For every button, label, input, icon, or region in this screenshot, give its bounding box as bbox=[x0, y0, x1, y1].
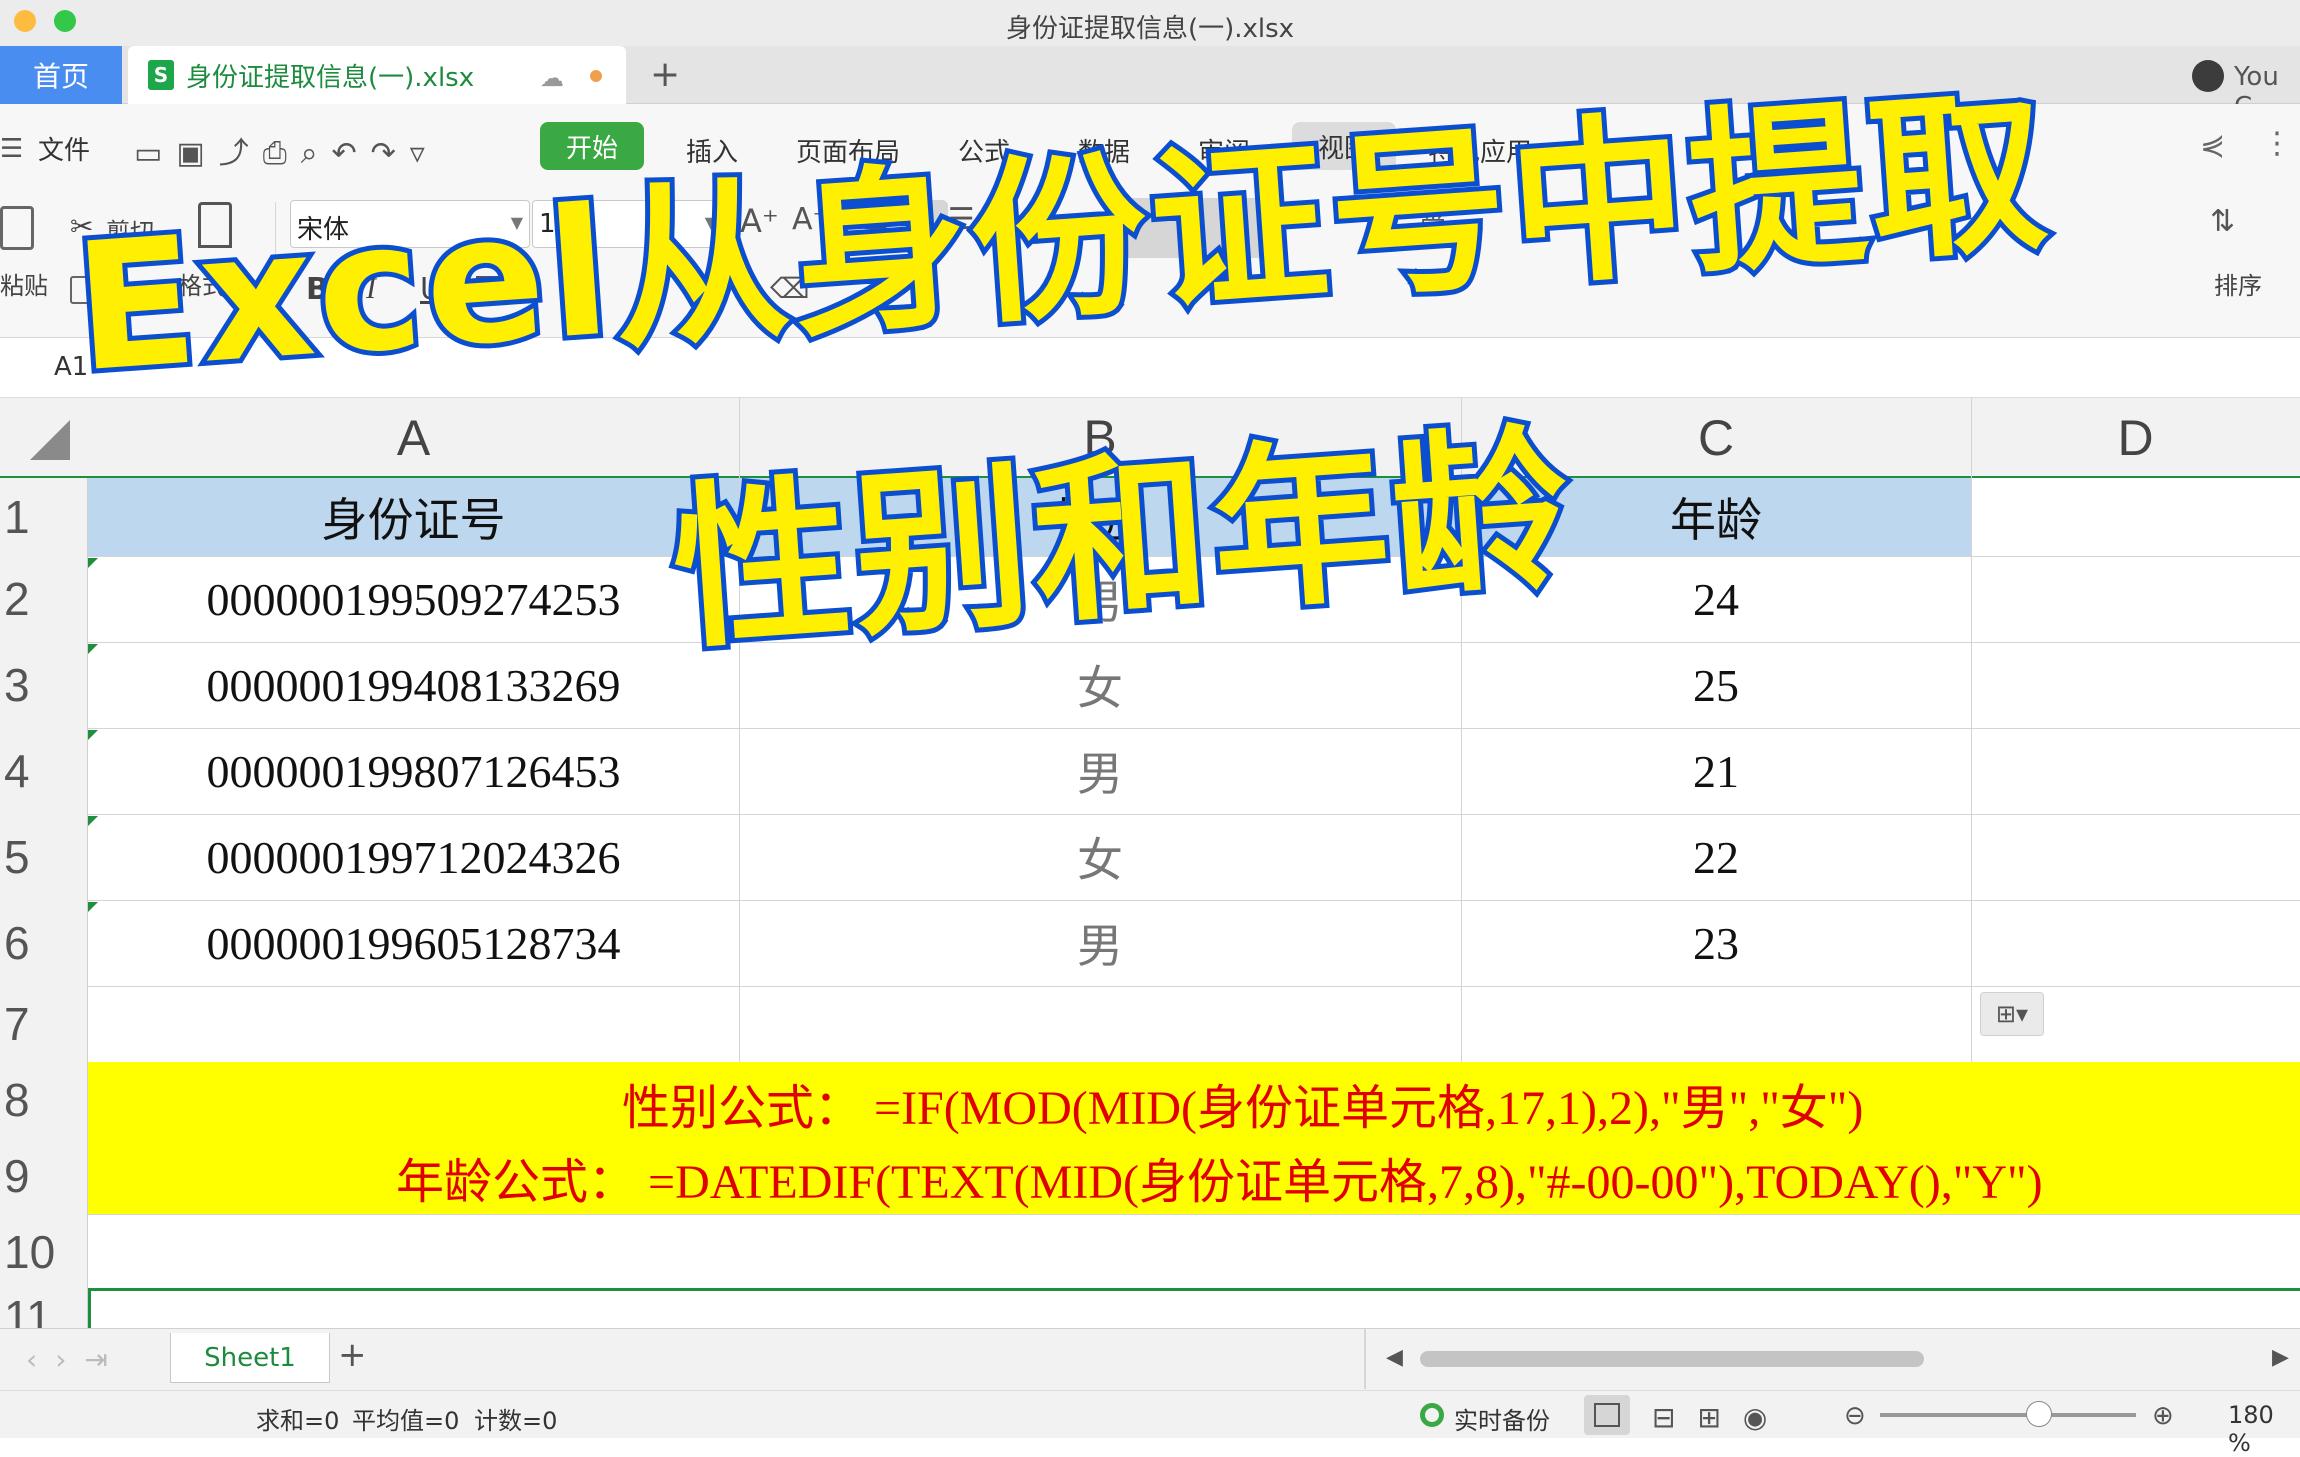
cell-c4[interactable]: 21 bbox=[1461, 728, 1971, 814]
row-headers: 1 2 3 4 5 6 7 8 9 10 11 bbox=[0, 478, 88, 1328]
row-header-7[interactable]: 7 bbox=[0, 986, 88, 1062]
tab-home[interactable]: 首页 bbox=[0, 46, 122, 104]
cell-a4[interactable]: 000000199807126453 bbox=[88, 728, 739, 814]
backup-status-icon[interactable] bbox=[1420, 1403, 1444, 1427]
status-sum: 求和=0 bbox=[256, 1407, 340, 1435]
cell-a1[interactable]: 身份证号 bbox=[88, 478, 739, 556]
cell-a2[interactable]: 000000199509274253 bbox=[88, 556, 739, 642]
cell-c5[interactable]: 22 bbox=[1461, 814, 1971, 900]
column-header-d[interactable]: D bbox=[1971, 398, 2300, 478]
cell-a5[interactable]: 000000199712024326 bbox=[88, 814, 739, 900]
unsaved-dot-icon bbox=[590, 70, 602, 82]
grid-view-icon bbox=[1594, 1403, 1620, 1427]
spreadsheet-icon: S bbox=[148, 60, 174, 90]
tab-file[interactable]: S 身份证提取信息(一).xlsx ☁ bbox=[128, 46, 626, 104]
row-header-11[interactable]: 11 bbox=[0, 1290, 88, 1328]
row-header-10[interactable]: 10 bbox=[0, 1214, 88, 1290]
cell-c3[interactable]: 25 bbox=[1461, 642, 1971, 728]
row-header-9[interactable]: 9 bbox=[0, 1138, 88, 1214]
new-tab-button[interactable]: + bbox=[650, 54, 680, 95]
row-header-1[interactable]: 1 bbox=[0, 478, 88, 556]
gender-formula-text: 性别公式： =IF(MOD(MID(身份证单元格,17,1),2),"男","女… bbox=[622, 1082, 1864, 1135]
sheet-nav-icons[interactable]: ‹›⇥ bbox=[26, 1343, 126, 1376]
status-bar: 求和=0 平均值=0 计数=0 实时备份 ⊟⊞◉ ⊖ ⊕ 180 % bbox=[0, 1390, 2300, 1457]
zoom-slider-thumb[interactable] bbox=[2026, 1401, 2052, 1427]
hamburger-icon[interactable]: ☰ bbox=[0, 134, 23, 164]
cell-a3[interactable]: 000000199408133269 bbox=[88, 642, 739, 728]
paste-icon[interactable] bbox=[0, 206, 34, 250]
backup-label[interactable]: 实时备份 bbox=[1454, 1401, 1550, 1436]
cell-error-indicator bbox=[88, 902, 98, 912]
cell-b4[interactable]: 男 bbox=[739, 728, 1461, 814]
share-icon[interactable]: ⋞ bbox=[2200, 128, 2225, 163]
status-count: 计数=0 bbox=[474, 1407, 558, 1435]
sheet-tab-sheet1[interactable]: Sheet1 bbox=[170, 1333, 330, 1383]
zoom-in-icon[interactable]: ⊕ bbox=[2152, 1401, 2174, 1431]
zoom-slider[interactable] bbox=[1880, 1413, 2136, 1417]
cell-error-indicator bbox=[88, 644, 98, 654]
scroll-right-icon[interactable]: ▶ bbox=[2272, 1345, 2289, 1370]
view-mode-icons[interactable]: ⊟⊞◉ bbox=[1652, 1401, 1789, 1434]
cell-b5[interactable]: 女 bbox=[739, 814, 1461, 900]
cell-error-indicator bbox=[88, 816, 98, 826]
cell-c6[interactable]: 23 bbox=[1461, 900, 1971, 986]
row-header-6[interactable]: 6 bbox=[0, 900, 88, 986]
cell-error-indicator bbox=[88, 558, 98, 568]
tab-file-label: 身份证提取信息(一).xlsx bbox=[186, 62, 475, 93]
cell-error-indicator bbox=[88, 730, 98, 740]
sort-icon[interactable]: ⇅ bbox=[2210, 204, 2235, 239]
paste-label[interactable]: 粘贴 bbox=[0, 266, 48, 301]
zoom-level[interactable]: 180 % bbox=[2228, 1401, 2300, 1457]
status-average: 平均值=0 bbox=[352, 1407, 460, 1435]
avatar[interactable] bbox=[2192, 60, 2224, 92]
row-header-8[interactable]: 8 bbox=[0, 1062, 88, 1138]
sort-label[interactable]: 排序 bbox=[2214, 266, 2262, 301]
select-all-icon[interactable] bbox=[30, 420, 70, 460]
scroll-left-icon[interactable]: ◀ bbox=[1386, 1345, 1403, 1370]
selection-border-left bbox=[88, 1290, 91, 1328]
sheet-tab-bar: ‹›⇥ Sheet1 + ◀ ▶ bbox=[0, 1328, 2300, 1390]
row-header-3[interactable]: 3 bbox=[0, 642, 88, 728]
row-header-4[interactable]: 4 bbox=[0, 728, 88, 814]
add-sheet-button[interactable]: + bbox=[338, 1335, 367, 1375]
horizontal-scrollbar[interactable] bbox=[1420, 1351, 1924, 1367]
paste-options-icon[interactable]: ⊞▾ bbox=[1980, 992, 2044, 1036]
selection-border bbox=[88, 1288, 2300, 1291]
menu-file[interactable]: 文件 bbox=[38, 130, 90, 167]
zoom-out-icon[interactable]: ⊖ bbox=[1844, 1401, 1866, 1431]
cloud-icon: ☁ bbox=[540, 64, 564, 92]
more-icon[interactable]: ⋮ bbox=[2262, 126, 2292, 161]
row-header-5[interactable]: 5 bbox=[0, 814, 88, 900]
age-formula-text: 年龄公式： =DATEDIF(TEXT(MID(身份证单元格,7,8),"#-0… bbox=[396, 1156, 2043, 1209]
cell-a6[interactable]: 000000199605128734 bbox=[88, 900, 739, 986]
cell-b6[interactable]: 男 bbox=[739, 900, 1461, 986]
row-header-2[interactable]: 2 bbox=[0, 556, 88, 642]
